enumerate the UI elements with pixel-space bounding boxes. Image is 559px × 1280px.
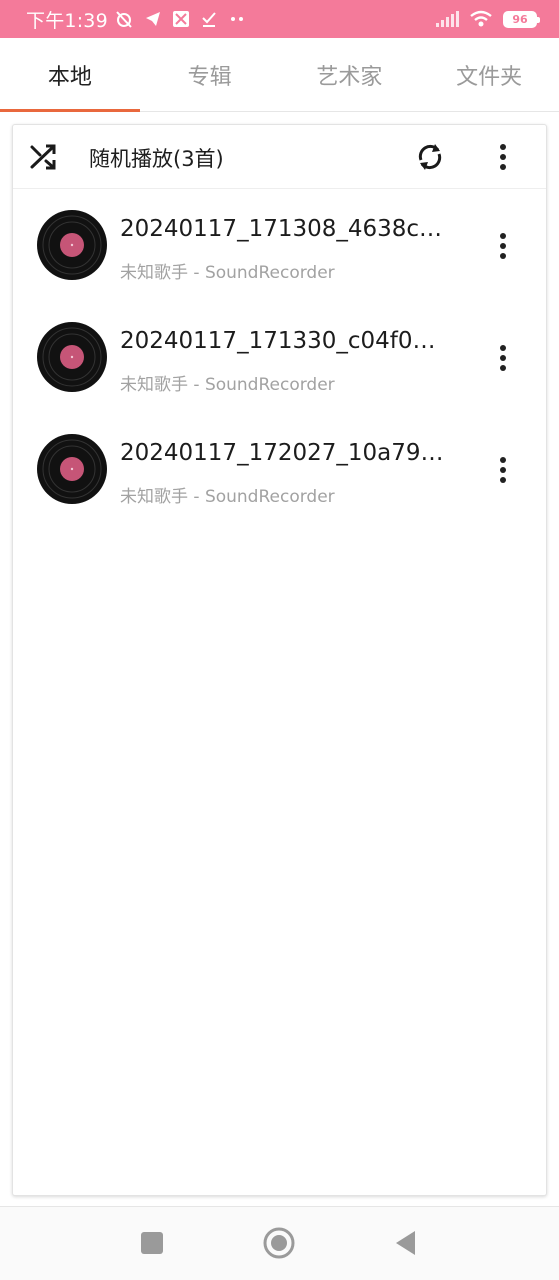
system-nav-bar (0, 1206, 559, 1280)
tab-label: 专辑 (187, 64, 232, 90)
recents-square-icon[interactable] (134, 1225, 170, 1261)
track-title: 20240117_171330_c04f067... (120, 328, 450, 354)
shuffle-play-label[interactable]: 随机播放(3首) (89, 143, 224, 173)
shuffle-icon[interactable] (29, 142, 59, 172)
tab-label: 本地 (47, 64, 92, 90)
battery-icon: 96 (503, 10, 540, 28)
wifi-icon (470, 10, 492, 27)
vinyl-record-icon (37, 322, 107, 392)
tab-albums[interactable]: 专辑 (140, 38, 280, 111)
app-icon (172, 11, 189, 27)
track-title: 20240117_172027_10a792... (120, 440, 450, 466)
more-vert-icon[interactable] (487, 342, 519, 374)
track-list-card: 随机播放(3首) 20240117_171308_4638c1... 未知歌手 … (12, 124, 547, 1196)
status-bar: 下午1:39 96 (0, 0, 559, 38)
status-notification-icons (114, 9, 246, 29)
more-vert-icon[interactable] (487, 454, 519, 486)
more-vert-icon[interactable] (487, 141, 519, 173)
track-item[interactable]: 20240117_172027_10a792... 未知歌手 - SoundRe… (13, 414, 548, 526)
tab-local[interactable]: 本地 (0, 38, 140, 112)
more-dots-icon (230, 17, 243, 21)
tab-label: 艺术家 (316, 64, 383, 90)
battery-level: 96 (512, 12, 528, 26)
refresh-icon[interactable] (413, 140, 447, 174)
track-title: 20240117_171308_4638c1... (120, 216, 450, 242)
track-artist: 未知歌手 - SoundRecorder (120, 487, 335, 507)
list-header: 随机播放(3首) (13, 125, 546, 189)
tab-label: 文件夹 (456, 64, 523, 90)
vinyl-record-icon (37, 210, 107, 280)
signal-icon (436, 11, 459, 27)
tab-artists[interactable]: 艺术家 (280, 38, 420, 111)
status-system-icons: 96 (435, 10, 540, 28)
track-artist: 未知歌手 - SoundRecorder (120, 263, 335, 283)
download-done-icon (202, 12, 216, 27)
status-time: 下午1:39 (26, 9, 108, 32)
track-artist: 未知歌手 - SoundRecorder (120, 375, 335, 395)
vinyl-record-icon (37, 434, 107, 504)
track-item[interactable]: 20240117_171308_4638c1... 未知歌手 - SoundRe… (13, 190, 548, 302)
back-triangle-icon[interactable] (388, 1225, 424, 1261)
track-item[interactable]: 20240117_171330_c04f067... 未知歌手 - SoundR… (13, 302, 548, 414)
tab-folders[interactable]: 文件夹 (419, 38, 559, 111)
tab-bar: 本地 专辑 艺术家 文件夹 (0, 38, 559, 112)
alarm-off-icon (116, 11, 132, 28)
telegram-icon (145, 12, 160, 26)
home-circle-icon[interactable] (261, 1225, 297, 1261)
more-vert-icon[interactable] (487, 230, 519, 262)
